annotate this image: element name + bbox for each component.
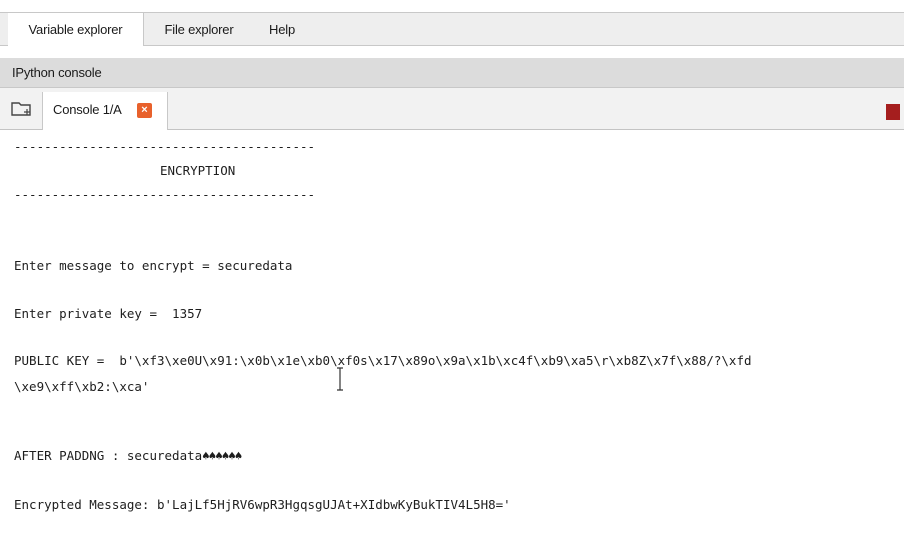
encryption-title: ENCRYPTION [160,163,236,178]
public-key-line-2: \xe9\xff\xb2:\xca' [14,379,150,394]
encrypted-message-line: Encrypted Message: b'LajLf5HjRV6wpR3Hgqs… [14,497,511,512]
tab-help[interactable]: Help [258,13,306,46]
close-icon[interactable]: × [137,103,152,118]
text-cursor-icon [337,367,343,391]
folder-icon[interactable] [10,100,34,118]
top-tab-bar: Variable explorer File explorer Help [0,12,904,46]
public-key-line-1: PUBLIC KEY = b'\xf3\xe0U\x91:\x0b\x1e\xb… [14,353,752,368]
separator-line-bottom: ---------------------------------------- [14,187,316,202]
console-tab-label: Console 1/A [53,102,122,117]
padding-label: AFTER PADDNG : securedata [14,448,203,463]
padding-marks: ♠♠♠♠♠♠ [202,448,242,463]
stop-icon[interactable] [886,104,900,120]
panel-title: IPython console [0,58,904,88]
tab-variable-explorer[interactable]: Variable explorer [8,13,144,46]
tab-file-explorer[interactable]: File explorer [150,13,248,46]
separator-line-top: ---------------------------------------- [14,139,316,154]
message-prompt-line: Enter message to encrypt = securedata [14,258,293,273]
console-tab[interactable]: Console 1/A × [42,92,168,130]
window-top-edge [0,0,904,12]
private-key-line: Enter private key = 1357 [14,306,203,321]
console-tab-bar: Console 1/A × [0,88,904,130]
console-output[interactable]: ----------------------------------------… [0,131,904,548]
padding-line: AFTER PADDNG : securedata♠♠♠♠♠♠ [14,448,242,463]
